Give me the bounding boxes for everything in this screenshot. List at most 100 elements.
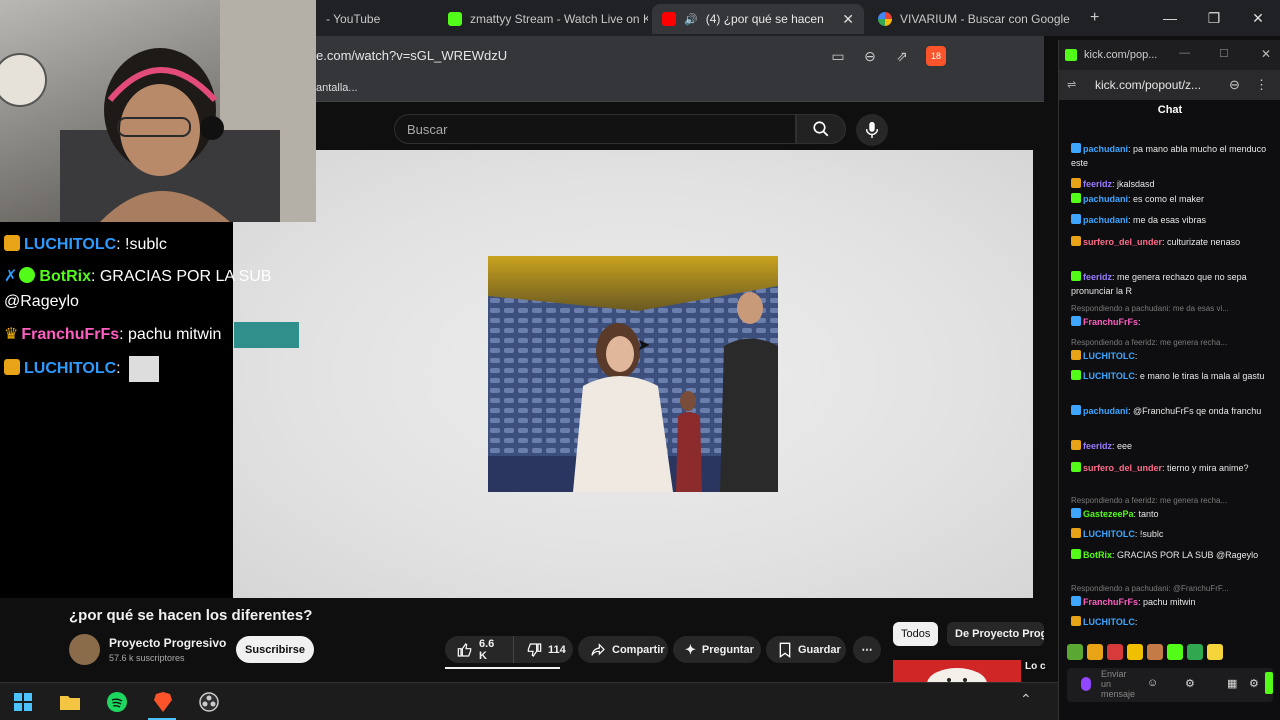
chat-text: : tanto bbox=[1133, 509, 1159, 519]
chat-username[interactable]: surfero_del_under bbox=[1083, 237, 1162, 247]
chat-username[interactable]: LUCHITOLC bbox=[1083, 371, 1135, 381]
chat-message: BotRix: GRACIAS POR LA SUB @Rageylo bbox=[1071, 548, 1276, 562]
chat-username[interactable]: pachudani bbox=[1083, 406, 1128, 416]
voice-search-button[interactable] bbox=[856, 114, 888, 146]
chat-username[interactable]: pachudani bbox=[1083, 194, 1128, 204]
chat-username[interactable]: surfero_del_under bbox=[1083, 463, 1162, 473]
emote-icon[interactable] bbox=[1187, 644, 1203, 660]
recommended-title[interactable]: Lo c bbox=[1025, 661, 1046, 672]
spotify-icon[interactable] bbox=[106, 691, 128, 713]
tab-youtube[interactable]: - YouTube bbox=[316, 4, 436, 34]
windows-taskbar: ⌃ bbox=[0, 682, 1058, 720]
dislike-button[interactable]: 114 bbox=[513, 636, 573, 663]
chat-username[interactable]: pachudani bbox=[1083, 215, 1128, 225]
recommended-thumbnail[interactable] bbox=[893, 660, 1021, 684]
overlay-chat-line: ✗ BotRix: GRACIAS POR LA SUB bbox=[4, 266, 271, 286]
chat-username[interactable]: pachudani bbox=[1083, 144, 1128, 154]
channel-name[interactable]: Proyecto Progresivo bbox=[109, 636, 226, 650]
chip-all[interactable]: Todos bbox=[893, 622, 939, 646]
share-button[interactable]: Compartir bbox=[578, 636, 668, 663]
more-icon: ⋯ bbox=[861, 644, 873, 656]
windows-start-icon[interactable] bbox=[12, 691, 34, 713]
like-button[interactable]: 6.6 K bbox=[445, 636, 513, 663]
ask-label: Preguntar bbox=[701, 643, 754, 656]
chat-username[interactable]: GastezeePa bbox=[1083, 509, 1134, 519]
share-arrow-icon bbox=[591, 642, 605, 656]
chat-message: feeridz: me genera rechazo que no sepa p… bbox=[1071, 270, 1276, 298]
ask-button[interactable]: ✦ Preguntar bbox=[673, 636, 761, 663]
chat-username[interactable]: BotRix bbox=[1083, 550, 1112, 560]
chip-channel[interactable]: De Proyecto Progre bbox=[947, 622, 1044, 646]
microphone-icon[interactable] bbox=[1081, 677, 1091, 691]
new-tab-icon[interactable]: + bbox=[1090, 9, 1099, 27]
cast-icon[interactable]: ▭ bbox=[828, 46, 848, 66]
kick-url-text[interactable]: kick.com/popout/z... bbox=[1095, 78, 1201, 92]
reply-reference: Respondiendo a pachudani: @FranchuFrF... bbox=[1071, 584, 1229, 593]
gear-icon[interactable]: ⚙ bbox=[1249, 677, 1259, 690]
close-window-icon[interactable]: ✕ bbox=[1236, 0, 1280, 36]
brave-icon[interactable] bbox=[152, 691, 174, 713]
minimize-icon[interactable]: — bbox=[1148, 0, 1192, 36]
obs-icon[interactable] bbox=[198, 691, 220, 713]
chat-input[interactable]: Enviar un mensaje ☺ ⚙ ▦ ⚙ bbox=[1067, 668, 1273, 702]
user-badge-icon bbox=[1071, 214, 1081, 224]
maximize-icon[interactable]: ❐ bbox=[1192, 0, 1236, 36]
settings-icon[interactable]: ⚙ bbox=[1185, 677, 1195, 690]
tab-active-video[interactable]: 🔊 (4) ¿por qué se hacen los d ✕ bbox=[652, 4, 864, 34]
chat-username[interactable]: FranchuFrFs bbox=[1083, 597, 1138, 607]
emote-icon[interactable] bbox=[1107, 644, 1123, 660]
search-placeholder: Buscar bbox=[407, 121, 448, 137]
minimize-icon[interactable]: — bbox=[1179, 47, 1190, 59]
reply-reference: Respondiendo a feeridz: me genera recha.… bbox=[1071, 338, 1228, 347]
emote-icon[interactable] bbox=[1067, 644, 1083, 660]
save-label: Guardar bbox=[798, 643, 841, 656]
chat-username[interactable]: feeridz bbox=[1083, 272, 1112, 282]
chat-text: : @FranchuFrFs qe onda franchu bbox=[1128, 406, 1262, 416]
emote-icon[interactable] bbox=[1127, 644, 1143, 660]
zoom-icon[interactable]: ⊖ bbox=[860, 46, 880, 66]
share-icon[interactable]: ⇗ bbox=[892, 46, 912, 66]
close-window-icon[interactable]: ✕ bbox=[1261, 47, 1271, 61]
site-settings-icon[interactable]: ⇌ bbox=[1067, 78, 1076, 91]
emote-icon[interactable] bbox=[1147, 644, 1163, 660]
file-explorer-icon[interactable] bbox=[59, 691, 81, 713]
bookmark-icon bbox=[779, 642, 791, 658]
chat-username[interactable]: feeridz bbox=[1083, 441, 1112, 451]
zoom-icon[interactable]: ⊖ bbox=[1229, 77, 1240, 93]
chevron-up-icon[interactable]: ⌃ bbox=[1020, 691, 1032, 708]
save-button[interactable]: Guardar bbox=[766, 636, 846, 663]
chat-username[interactable]: LUCHITOLC bbox=[1083, 617, 1135, 627]
user-badge-icon bbox=[1071, 271, 1081, 281]
search-button[interactable] bbox=[796, 114, 846, 144]
url-text[interactable]: e.com/watch?v=sGL_WREWdzU bbox=[316, 48, 507, 63]
overlay-chat-text: : GRACIAS POR LA SUB bbox=[90, 268, 272, 285]
bookmark-item[interactable]: antalla... bbox=[316, 82, 358, 94]
menu-icon[interactable]: ⋮ bbox=[1255, 77, 1268, 93]
video-player[interactable]: ➤ bbox=[233, 150, 1033, 598]
search-input[interactable]: Buscar bbox=[394, 114, 796, 144]
subscribe-button[interactable]: Suscribirse bbox=[236, 636, 314, 663]
emoji-icon[interactable]: ☺ bbox=[1147, 677, 1158, 689]
gift-icon[interactable]: ▦ bbox=[1227, 677, 1237, 690]
tab-kick-stream[interactable]: zmattyy Stream - Watch Live on K bbox=[438, 4, 648, 34]
emote-icon[interactable] bbox=[1167, 644, 1183, 660]
maximize-icon[interactable]: ☐ bbox=[1219, 47, 1229, 60]
brave-shield-icon[interactable]: 18 bbox=[926, 46, 946, 66]
sub-badge-icon bbox=[4, 235, 20, 251]
emote-icon[interactable] bbox=[1207, 644, 1223, 660]
window-controls: — ❐ ✕ bbox=[1148, 0, 1280, 36]
send-button[interactable] bbox=[1265, 672, 1273, 694]
chat-username[interactable]: feeridz bbox=[1083, 179, 1112, 189]
chat-text: : eee bbox=[1112, 441, 1133, 451]
chat-username[interactable]: FranchuFrFs bbox=[1083, 317, 1138, 327]
tab-google-search[interactable]: VIVARIUM - Buscar con Google bbox=[868, 4, 1078, 34]
user-badge-icon bbox=[1071, 596, 1081, 606]
chat-username[interactable]: LUCHITOLC bbox=[1083, 529, 1135, 539]
chat-username[interactable]: LUCHITOLC bbox=[1083, 351, 1135, 361]
user-badge-icon bbox=[1071, 370, 1081, 380]
channel-avatar[interactable] bbox=[69, 634, 100, 665]
more-actions-button[interactable]: ⋯ bbox=[853, 636, 881, 663]
kick-window-titlebar: kick.com/pop... — ☐ ✕ bbox=[1059, 40, 1280, 70]
close-tab-icon[interactable]: ✕ bbox=[842, 11, 854, 28]
emote-icon[interactable] bbox=[1087, 644, 1103, 660]
